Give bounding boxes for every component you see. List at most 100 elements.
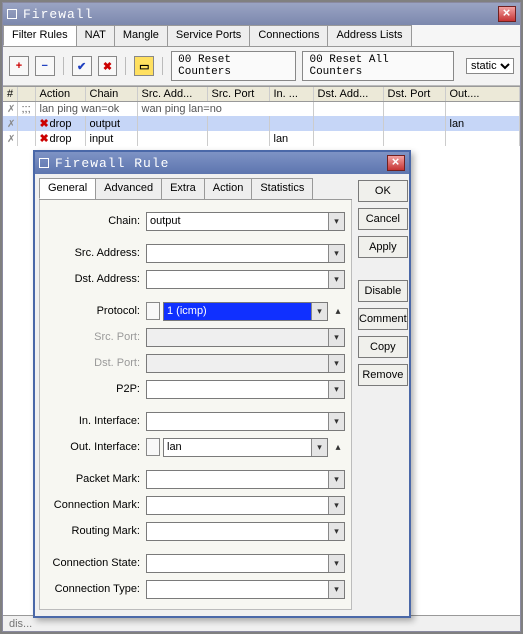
src-port-field — [146, 328, 345, 347]
label-connection-mark: Connection Mark: — [46, 499, 146, 511]
col-in[interactable]: In. ... — [269, 87, 313, 102]
col-dst-port[interactable]: Dst. Port — [383, 87, 445, 102]
chevron-down-icon[interactable]: ▾ — [328, 555, 344, 572]
label-src-address: Src. Address: — [46, 247, 146, 259]
label-packet-mark: Packet Mark: — [46, 473, 146, 485]
chevron-down-icon[interactable]: ▾ — [328, 381, 344, 398]
chevron-down-icon[interactable]: ▾ — [328, 329, 344, 346]
col-chain[interactable]: Chain — [85, 87, 137, 102]
label-connection-type: Connection Type: — [46, 583, 146, 595]
label-out-interface: Out. Interface: — [46, 441, 146, 453]
dialog-title: Firewall Rule — [55, 156, 387, 171]
comment-button[interactable]: ▭ — [134, 56, 154, 76]
p2p-field[interactable] — [146, 380, 345, 399]
tab-extra[interactable]: Extra — [161, 178, 205, 199]
add-button[interactable]: + — [9, 56, 29, 76]
disable-button[interactable]: ✖ — [98, 56, 118, 76]
col-action[interactable]: Action — [35, 87, 85, 102]
remove-button[interactable]: − — [35, 56, 55, 76]
dst-address-field[interactable] — [146, 270, 345, 289]
chevron-down-icon[interactable]: ▾ — [311, 303, 327, 320]
chevron-down-icon[interactable]: ▾ — [328, 523, 344, 540]
tab-service-ports[interactable]: Service Ports — [167, 25, 250, 46]
label-dst-address: Dst. Address: — [46, 273, 146, 285]
remove-button[interactable]: Remove — [358, 364, 408, 386]
drop-icon: ✖ — [40, 117, 50, 130]
up-arrow-icon[interactable]: ▴ — [331, 302, 345, 320]
col-src-addr[interactable]: Src. Add... — [137, 87, 207, 102]
invert-toggle[interactable] — [146, 438, 160, 456]
chevron-down-icon[interactable]: ▾ — [328, 471, 344, 488]
table-row[interactable]: ✗ ;;; lan ping wan=ok wan ping lan=no — [3, 102, 520, 117]
chain-field[interactable] — [146, 212, 345, 231]
src-address-field[interactable] — [146, 244, 345, 263]
toolbar: + − ✔ ✖ ▭ 00 Reset Counters 00 Reset All… — [3, 47, 520, 86]
invert-toggle[interactable] — [146, 302, 160, 320]
chevron-down-icon[interactable]: ▾ — [328, 355, 344, 372]
window-icon — [39, 158, 49, 168]
copy-button[interactable]: Copy — [358, 336, 408, 358]
tab-general[interactable]: General — [39, 178, 96, 199]
status-input[interactable] — [7, 617, 516, 631]
connection-state-field[interactable] — [146, 554, 345, 573]
packet-mark-field[interactable] — [146, 470, 345, 489]
table-row[interactable]: ✗ ✖drop input lan — [3, 131, 520, 146]
enable-button[interactable]: ✔ — [72, 56, 92, 76]
apply-button[interactable]: Apply — [358, 236, 408, 258]
grid-header[interactable]: # Action Chain Src. Add... Src. Port In.… — [3, 87, 520, 102]
label-routing-mark: Routing Mark: — [46, 525, 146, 537]
col-hash[interactable]: # — [3, 87, 17, 102]
col-out[interactable]: Out.... — [445, 87, 520, 102]
ok-button[interactable]: OK — [358, 180, 408, 202]
chevron-down-icon[interactable]: ▾ — [328, 245, 344, 262]
label-dst-port: Dst. Port: — [46, 357, 146, 369]
chevron-down-icon[interactable]: ▾ — [328, 413, 344, 430]
chevron-down-icon[interactable]: ▾ — [328, 271, 344, 288]
out-interface-field[interactable] — [163, 438, 328, 457]
dialog-tabs: General Advanced Extra Action Statistics — [39, 178, 352, 200]
chevron-down-icon[interactable]: ▾ — [328, 213, 344, 230]
tab-statistics[interactable]: Statistics — [251, 178, 313, 199]
row-marker: ✗ — [7, 134, 15, 145]
chevron-down-icon[interactable]: ▾ — [328, 497, 344, 514]
tab-nat[interactable]: NAT — [76, 25, 115, 46]
comment-button[interactable]: Comment — [358, 308, 408, 330]
col-dst-addr[interactable]: Dst. Add... — [313, 87, 383, 102]
reset-counters-button[interactable]: 00 Reset Counters — [171, 51, 296, 81]
tab-mangle[interactable]: Mangle — [114, 25, 168, 46]
connection-mark-field[interactable] — [146, 496, 345, 515]
dialog-form: Chain: ▾ Src. Address: ▾ — [39, 200, 352, 610]
tab-connections[interactable]: Connections — [249, 25, 328, 46]
reset-all-counters-button[interactable]: 00 Reset All Counters — [302, 51, 453, 81]
col-flag[interactable] — [17, 87, 35, 102]
firewall-rule-dialog: Firewall Rule × General Advanced Extra A… — [33, 150, 411, 618]
label-p2p: P2P: — [46, 383, 146, 395]
up-arrow-icon[interactable]: ▴ — [331, 438, 345, 456]
chevron-down-icon[interactable]: ▾ — [328, 581, 344, 598]
routing-mark-field[interactable] — [146, 522, 345, 541]
dialog-buttons: OK Cancel Apply Disable Comment Copy Rem… — [356, 174, 414, 616]
tab-action[interactable]: Action — [204, 178, 253, 199]
disable-button[interactable]: Disable — [358, 280, 408, 302]
close-icon[interactable]: × — [387, 155, 405, 171]
row-marker: ✗ — [7, 119, 15, 130]
protocol-field[interactable] — [163, 302, 328, 321]
filter-select[interactable]: static — [466, 58, 514, 74]
table-row[interactable]: ✗ ✖drop output lan — [3, 116, 520, 131]
in-interface-field[interactable] — [146, 412, 345, 431]
close-icon[interactable]: × — [498, 6, 516, 22]
tab-advanced[interactable]: Advanced — [95, 178, 162, 199]
cancel-button[interactable]: Cancel — [358, 208, 408, 230]
connection-type-field[interactable] — [146, 580, 345, 599]
titlebar[interactable]: Firewall × — [3, 3, 520, 25]
label-protocol: Protocol: — [46, 305, 146, 317]
dst-port-field — [146, 354, 345, 373]
dialog-titlebar[interactable]: Firewall Rule × — [35, 152, 409, 174]
label-src-port: Src. Port: — [46, 331, 146, 343]
chevron-down-icon[interactable]: ▾ — [311, 439, 327, 456]
row-marker: ✗ — [7, 104, 15, 115]
col-src-port[interactable]: Src. Port — [207, 87, 269, 102]
tab-filter-rules[interactable]: Filter Rules — [3, 25, 77, 46]
tab-address-lists[interactable]: Address Lists — [327, 25, 411, 46]
window-title: Firewall — [23, 7, 498, 22]
